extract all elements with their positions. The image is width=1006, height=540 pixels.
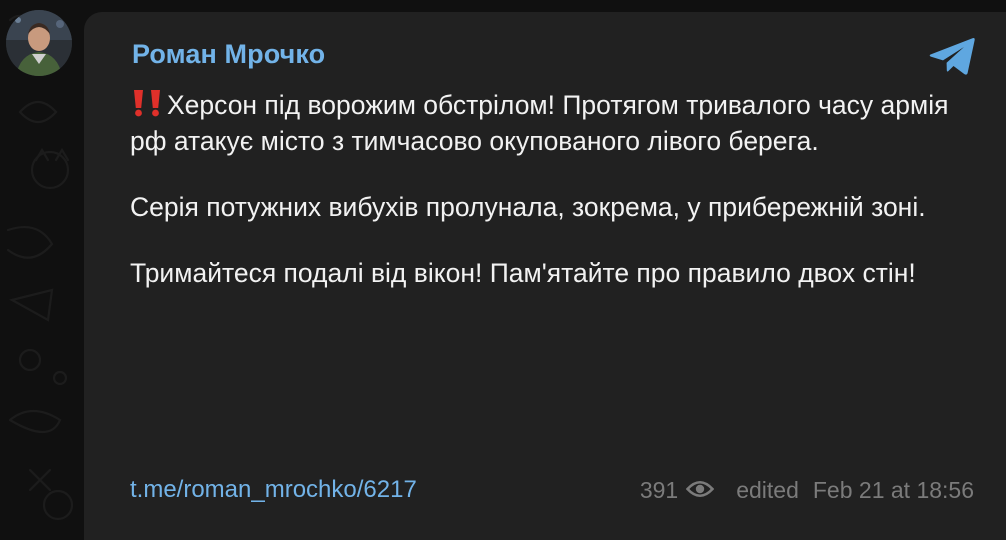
message-paragraph: Серія потужних вибухів пролунала, зокрем…: [130, 192, 926, 222]
post-link[interactable]: t.me/roman_mrochko/6217: [130, 476, 417, 504]
message-paragraph: Херсон під ворожим обстрілом! Протягом т…: [130, 89, 980, 158]
channel-avatar[interactable]: [6, 10, 72, 76]
message-footer: t.me/roman_mrochko/6217 391 edited Feb 2…: [130, 476, 974, 510]
eye-icon: [685, 477, 715, 504]
message-bubble: Роман Мрочко Херсон під ворожим обстріло…: [84, 12, 1006, 540]
user-photo-avatar: [6, 10, 72, 76]
view-count: 391: [639, 477, 679, 503]
message-paragraph: Тримайтеся подалі від вікон! Пам'ятайте …: [130, 258, 916, 288]
double-exclamation-icon: [130, 89, 164, 125]
channel-name[interactable]: Роман Мрочко: [132, 39, 325, 70]
message-timestamp: Feb 21 at 18:56: [812, 477, 974, 503]
message-meta: 391 edited Feb 21 at 18:56: [640, 477, 974, 504]
edited-label: edited: [736, 477, 799, 503]
message-text: Херсон під ворожим обстрілом! Протягом т…: [130, 89, 980, 290]
message-paragraph-text: Херсон під ворожим обстрілом! Протягом т…: [130, 90, 949, 156]
telegram-icon: [929, 38, 975, 75]
